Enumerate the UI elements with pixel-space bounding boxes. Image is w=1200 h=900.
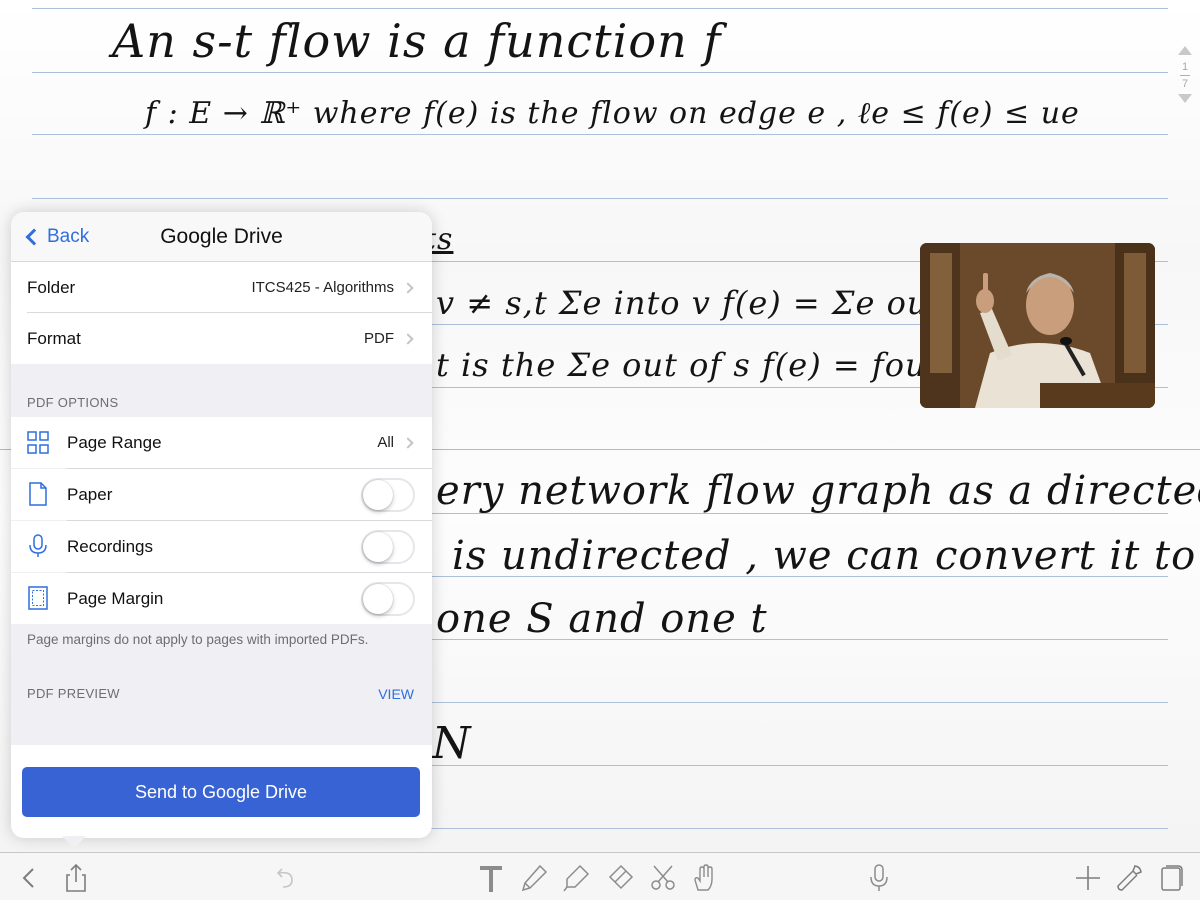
microphone-icon <box>29 534 47 557</box>
page-separator <box>1180 75 1190 76</box>
back-chevron-icon[interactable] <box>14 863 44 893</box>
photo-illustration <box>920 243 1155 408</box>
page-down-icon[interactable] <box>1178 94 1192 103</box>
handwriting-line: N <box>432 718 472 769</box>
pen-icon[interactable] <box>519 863 549 893</box>
current-page-number: 1 <box>1181 61 1189 73</box>
page-margin-icon <box>28 586 48 610</box>
paper-row: Paper <box>11 469 432 520</box>
rule-line <box>32 134 1168 135</box>
chevron-right-icon <box>402 281 414 294</box>
wrench-icon[interactable] <box>1114 863 1144 893</box>
popover-title: Google Drive <box>160 225 283 248</box>
recordings-row: Recordings <box>11 521 432 572</box>
pdf-options-header: PDF OPTIONS <box>27 395 119 410</box>
view-preview-link[interactable]: VIEW <box>378 686 414 702</box>
chevron-right-icon <box>402 436 414 449</box>
rule-line <box>32 8 1168 9</box>
inserted-photo[interactable] <box>920 243 1155 408</box>
hand-icon[interactable] <box>690 863 720 893</box>
page-indicator[interactable]: 1 7 <box>1174 46 1196 120</box>
document-icon <box>29 482 47 506</box>
page-icon[interactable] <box>1156 863 1186 893</box>
page-range-row[interactable]: Page Range All <box>11 417 432 468</box>
eraser-icon[interactable] <box>605 863 635 893</box>
handwriting-line: An s-t flow is a function f <box>112 14 722 68</box>
recordings-label: Recordings <box>67 536 153 556</box>
highlighter-icon[interactable] <box>561 863 591 893</box>
chevron-right-icon <box>402 332 414 345</box>
handwriting-line: is undirected , we can convert it to dir… <box>452 533 1200 579</box>
text-tool-icon[interactable] <box>476 863 506 893</box>
folder-value: ITCS425 - Algorithms <box>251 279 394 296</box>
format-label: Format <box>27 328 81 348</box>
pdf-preview-header: PDF PREVIEW <box>27 686 120 701</box>
send-to-google-drive-button[interactable]: Send to Google Drive <box>22 767 420 817</box>
page-margin-label: Page Margin <box>67 588 164 608</box>
toggle-knob <box>363 479 393 510</box>
handwriting-line: f : E → ℝ⁺ where f(e) is the flow on edg… <box>145 96 1080 131</box>
page-margin-toggle[interactable] <box>361 581 415 616</box>
add-icon[interactable] <box>1073 863 1103 893</box>
page-range-label: Page Range <box>67 432 162 452</box>
grid-icon <box>27 431 49 454</box>
popover-arrow <box>62 836 86 849</box>
undo-icon[interactable] <box>270 863 300 893</box>
format-row[interactable]: Format PDF <box>11 313 432 364</box>
recordings-toggle[interactable] <box>361 529 415 564</box>
send-area: Send to Google Drive <box>11 745 432 838</box>
popover-navbar: Back Google Drive <box>11 212 432 262</box>
export-popover: Back Google Drive Folder ITCS425 - Algor… <box>11 212 432 838</box>
page-up-icon[interactable] <box>1178 46 1192 55</box>
margin-footnote: Page margins do not apply to pages with … <box>27 632 369 647</box>
page-margin-row: Page Margin <box>11 573 432 624</box>
folder-row[interactable]: Folder ITCS425 - Algorithms <box>11 262 432 313</box>
paper-label: Paper <box>67 484 113 504</box>
handwriting-line: t is the Σe out of s f(e) = fout(s) <box>436 346 985 384</box>
format-value: PDF <box>364 330 394 347</box>
toggle-knob <box>363 583 393 614</box>
rule-line <box>32 72 1168 73</box>
page-range-value: All <box>377 434 394 451</box>
rule-line <box>32 198 1168 199</box>
handwriting-line: one S and one t <box>436 596 768 642</box>
folder-label: Folder <box>27 277 76 297</box>
total-page-number: 7 <box>1181 78 1189 90</box>
microphone-icon[interactable] <box>864 863 894 893</box>
handwriting-line: ery network flow graph as a directed <box>436 468 1200 514</box>
toggle-knob <box>363 531 393 562</box>
share-icon[interactable] <box>61 863 91 893</box>
bottom-toolbar <box>0 852 1200 900</box>
scissors-icon[interactable] <box>648 863 678 893</box>
paper-toggle[interactable] <box>361 477 415 512</box>
